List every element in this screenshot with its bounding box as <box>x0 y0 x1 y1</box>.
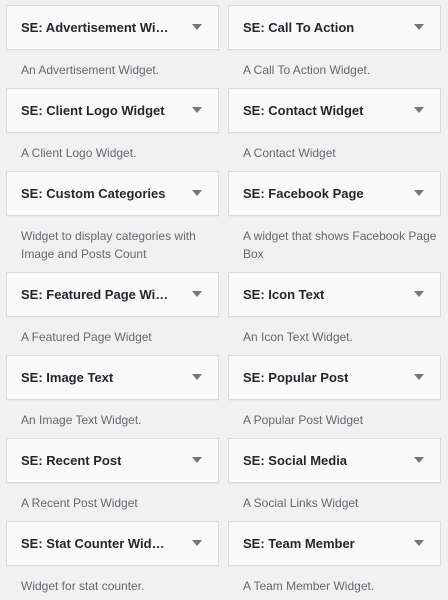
widget-description: A Featured Page Widget <box>21 330 152 344</box>
widget-title[interactable]: SE: Recent Post <box>6 438 219 483</box>
widget-title[interactable]: SE: Call To Action <box>228 5 441 50</box>
widget-title-label: SE: Image Text <box>21 370 114 385</box>
widget-title[interactable]: SE: Image Text <box>6 355 219 400</box>
widget-description: A Call To Action Widget. <box>243 63 371 77</box>
chevron-down-icon[interactable] <box>414 540 424 546</box>
widget-title-label: SE: Advertisement Widget <box>21 20 171 35</box>
chevron-down-icon[interactable] <box>192 190 202 196</box>
chevron-down-icon[interactable] <box>414 374 424 380</box>
widget-title[interactable]: SE: Facebook Page <box>228 171 441 216</box>
chevron-down-icon[interactable] <box>192 107 202 113</box>
widget-description: Widget for stat counter. <box>21 579 145 593</box>
widget-title[interactable]: SE: Contact Widget <box>228 88 441 133</box>
widget-title[interactable]: SE: Stat Counter Widget <box>6 521 219 566</box>
chevron-down-icon[interactable] <box>192 457 202 463</box>
widget-title-label: SE: Stat Counter Widget <box>21 536 171 551</box>
widget-title[interactable]: SE: Team Member <box>228 521 441 566</box>
widget-description: An Advertisement Widget. <box>21 63 160 77</box>
chevron-down-icon[interactable] <box>414 190 424 196</box>
widget-title[interactable]: SE: Icon Text <box>228 272 441 317</box>
widget-title-label: SE: Custom Categories <box>21 186 166 201</box>
widget-title[interactable]: SE: Client Logo Widget <box>6 88 219 133</box>
chevron-down-icon[interactable] <box>192 540 202 546</box>
widget-title-label: SE: Team Member <box>243 536 355 551</box>
chevron-down-icon[interactable] <box>192 374 202 380</box>
widget-description: A Popular Post Widget <box>243 413 364 427</box>
widget-description: A Contact Widget <box>243 146 336 160</box>
chevron-down-icon[interactable] <box>192 24 202 30</box>
widget-description: A Client Logo Widget. <box>21 146 137 160</box>
chevron-down-icon[interactable] <box>414 24 424 30</box>
widget-title-label: SE: Call To Action <box>243 20 355 35</box>
widget-description: A Team Member Widget. <box>243 579 375 593</box>
widget-title[interactable]: SE: Popular Post <box>228 355 441 400</box>
chevron-down-icon[interactable] <box>414 457 424 463</box>
widget-title-label: SE: Social Media <box>243 453 348 468</box>
widget-description: An Image Text Widget. <box>21 413 142 427</box>
chevron-down-icon[interactable] <box>414 107 424 113</box>
widget-title[interactable]: SE: Custom Categories <box>6 171 219 216</box>
widget-title[interactable]: SE: Social Media <box>228 438 441 483</box>
chevron-down-icon[interactable] <box>192 291 202 297</box>
widget-description: Widget to display categories with Image … <box>21 229 196 261</box>
available-widgets-grid: SE: Advertisement Widget An Advertisement… <box>0 0 448 600</box>
widget-title-label: SE: Client Logo Widget <box>21 103 165 118</box>
widget-title-label: SE: Recent Post <box>21 453 122 468</box>
widget-title-label: SE: Featured Page Widget <box>21 287 171 302</box>
widget-description: A widget that shows Facebook Page Box <box>243 229 437 261</box>
widget-description: A Recent Post Widget <box>21 496 138 510</box>
widget-title[interactable]: SE: Advertisement Widget <box>6 5 219 50</box>
chevron-down-icon[interactable] <box>414 291 424 297</box>
widget-title-label: SE: Facebook Page <box>243 186 364 201</box>
widget-title[interactable]: SE: Featured Page Widget <box>6 272 219 317</box>
widget-title-label: SE: Popular Post <box>243 370 349 385</box>
widget-title-label: SE: Contact Widget <box>243 103 364 118</box>
widget-description: An Icon Text Widget. <box>243 330 353 344</box>
widget-description: A Social Links Widget <box>243 496 359 510</box>
widget-title-label: SE: Icon Text <box>243 287 325 302</box>
